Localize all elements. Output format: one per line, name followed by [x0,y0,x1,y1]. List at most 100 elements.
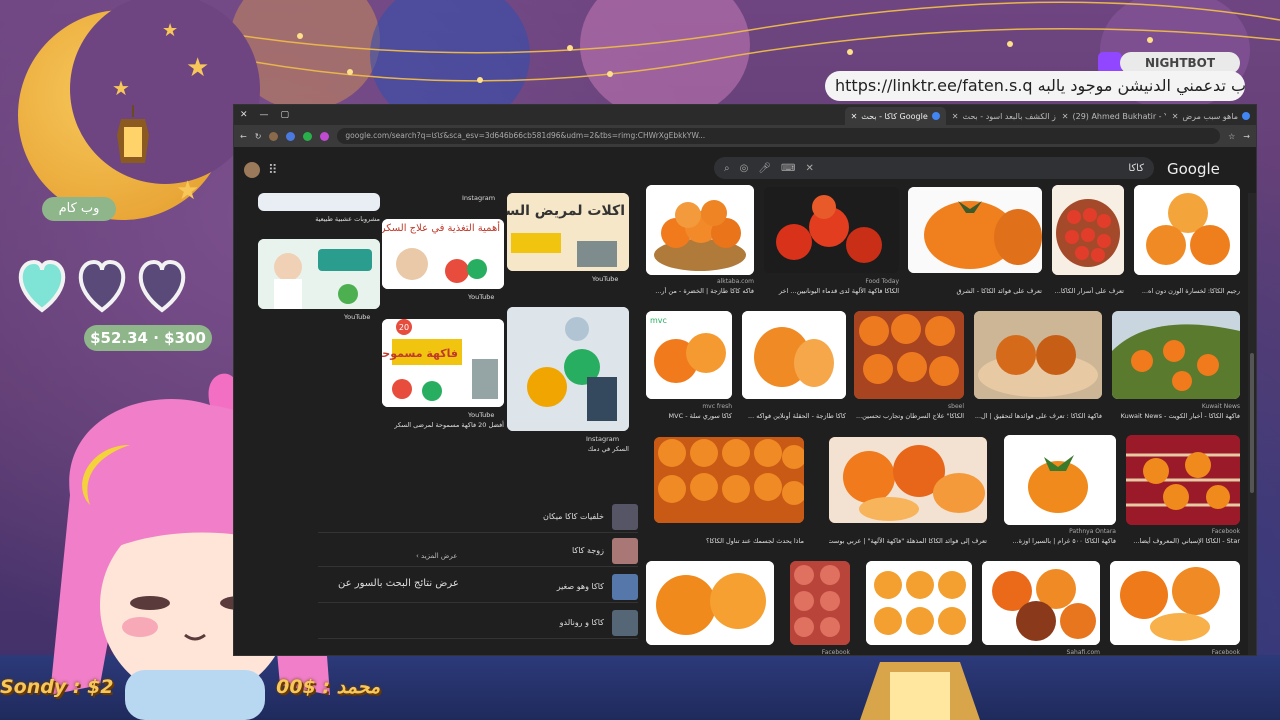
video-card[interactable] [507,307,629,431]
image-result[interactable]: mvc [646,311,732,399]
thumb-text: فاكهة مسموحة لمرضى السكر [382,347,458,360]
video-card[interactable]: أهمية التغذية في علاج السكري [382,219,504,289]
video-card[interactable]: فاكهة مسموحة لمرضى السكر 20 [382,319,504,407]
image-result[interactable] [1052,185,1124,275]
related-thumbnail [612,503,638,530]
page-scrollbar[interactable] [1248,193,1256,655]
svg-text:mvc: mvc [650,316,667,325]
browser-window: ✕ — ▢ ✕كاكا - بحث Google ✕جهاز الكشف بال… [233,104,1257,656]
ticker-item: Sondy : $2 [0,676,114,698]
tab-label: كاكا - بحث Google [861,111,928,121]
related-thumbnail [612,537,638,564]
image-result[interactable] [974,311,1102,399]
close-icon[interactable]: ✕ [240,110,248,120]
image-result[interactable] [654,437,804,523]
image-result[interactable] [866,561,972,645]
image-result[interactable] [1134,185,1240,275]
lens-icon[interactable]: ◎ [740,163,749,174]
address-bar[interactable]: google.com/search?q=كاكا&sca_esv=3d646b6… [337,128,1221,144]
chat-message-text: https://linktr.ee/faten.s.q اذا حاب تدعم… [835,76,1245,95]
apps-grid-icon[interactable]: ⠿ [268,163,278,178]
image-source: Facebook [1211,649,1240,656]
image-result[interactable] [1110,561,1240,645]
image-caption: كاكا سوري سلة - MVC [668,412,732,420]
image-result[interactable] [790,561,850,645]
image-caption: تعرف على أسرار الكاكا... [1054,287,1124,295]
extension-icon[interactable] [269,131,279,141]
image-caption: فاكهة الكاكا - أخبار الكويت - Kuwait New… [1120,412,1240,420]
image-source: mvc fresh [702,403,732,410]
image-result[interactable] [982,561,1100,645]
image-result[interactable] [829,437,987,523]
image-result[interactable] [742,311,846,399]
webcam-badge: وب كام [42,197,116,221]
related-search-label: كاكا و رونالدو [559,618,604,627]
back-arrow-icon[interactable]: ← [240,132,247,141]
search-icon[interactable]: ⌕ [724,163,730,174]
tab-bar: ✕ — ▢ ✕كاكا - بحث Google ✕جهاز الكشف بال… [234,105,1256,125]
image-result[interactable] [1126,435,1240,525]
video-source: YouTube [468,293,495,301]
video-card[interactable]: اكلات لمريض السكر [507,193,629,271]
extension-icon[interactable] [320,131,330,141]
video-source: YouTube [344,313,371,321]
tab-label: ماهو سبب مرض [1182,111,1238,121]
image-result[interactable] [854,311,964,399]
extension-icon[interactable] [303,131,313,141]
image-result[interactable] [908,187,1042,273]
related-search-item[interactable]: خلفيات كاكا ميكان [318,501,638,533]
google-favicon-icon [931,112,940,120]
video-card[interactable] [258,193,380,211]
scrollbar-thumb[interactable] [1250,353,1254,493]
video-results-panel: مشروبات عشبية طبيعية YouTube أهمية التغذ… [246,189,638,655]
image-source: Facebook [821,649,850,656]
related-search-item[interactable]: كاكا و رونالدو [318,607,638,639]
image-caption: تعرف على فوائد الكاكا - الشرق [956,287,1042,295]
image-caption: الكاكا فاكهة الآلهة لدى قدماء اليونانيين… [778,287,899,295]
close-tab-icon[interactable]: ✕ [851,112,858,121]
account-avatar[interactable] [244,162,260,178]
mic-icon[interactable]: 🎤︎ [758,163,771,174]
image-caption: رجيم الكاكا: لخسارة الوزن دون اه... [1141,287,1240,295]
extension-icon[interactable] [286,131,296,141]
tab-search-2[interactable]: ✕جهاز الكشف بالبعد اسود - بحث [946,107,1056,125]
image-result[interactable] [646,561,774,645]
image-result[interactable] [646,185,754,275]
restore-icon[interactable]: ▢ [281,110,290,120]
search-query[interactable]: كاكا [1128,163,1144,174]
image-result[interactable] [764,187,899,273]
related-search-item[interactable]: كاكا وهو صغير [318,571,638,603]
video-card[interactable] [258,239,380,309]
video-caption: السكر في دمك [587,445,629,453]
tab-youtube[interactable]: ✕(29) Ahmed Bukhatir - Ya Umm [1056,107,1166,125]
reload-icon[interactable]: ↻ [255,132,262,141]
clear-icon[interactable]: ✕ [805,163,813,174]
close-tab-icon[interactable]: ✕ [952,112,959,121]
related-thumbnail [612,573,638,600]
image-caption: Star - الكاكا الإسباني (المعروف أيضا... [1133,537,1240,545]
keyboard-icon[interactable]: ⌨ [781,163,795,174]
ticker-item: 00$ : محمد [276,676,381,698]
related-search-label: زوجة كاكا [572,546,604,555]
forward-arrow-icon[interactable]: → [1243,132,1250,141]
close-tab-icon[interactable]: ✕ [1062,112,1069,121]
close-tab-icon[interactable]: ✕ [1172,112,1179,121]
google-logo[interactable]: Google [1167,160,1220,178]
related-search-label: خلفيات كاكا ميكان [542,512,604,521]
browser-toolbar: ← ↻ google.com/search?q=كاكا&sca_esv=3d6… [234,125,1256,147]
image-result[interactable] [1004,435,1116,525]
minimize-icon[interactable]: — [260,110,269,120]
tab-search-1[interactable]: ✕ ماهو سبب مرض [1166,107,1256,125]
video-source: YouTube [592,275,619,283]
related-search-item[interactable]: زوجة كاكا [318,535,638,567]
star-icon: ★ [112,76,130,100]
search-box[interactable]: ⌕ ◎ 🎤︎ ⌨ ✕ كاكا [714,157,1154,179]
image-source: Kuwait News [1201,403,1240,410]
tab-google-search[interactable]: ✕ كاكا - بحث Google [844,107,946,125]
image-source: Sahafi.com [1066,649,1100,656]
lantern-icon [117,105,149,163]
hearts-meter [18,259,186,313]
image-source: alktaba.com [716,278,754,285]
star-bookmark-icon[interactable]: ☆ [1228,132,1235,141]
image-result[interactable] [1112,311,1240,399]
